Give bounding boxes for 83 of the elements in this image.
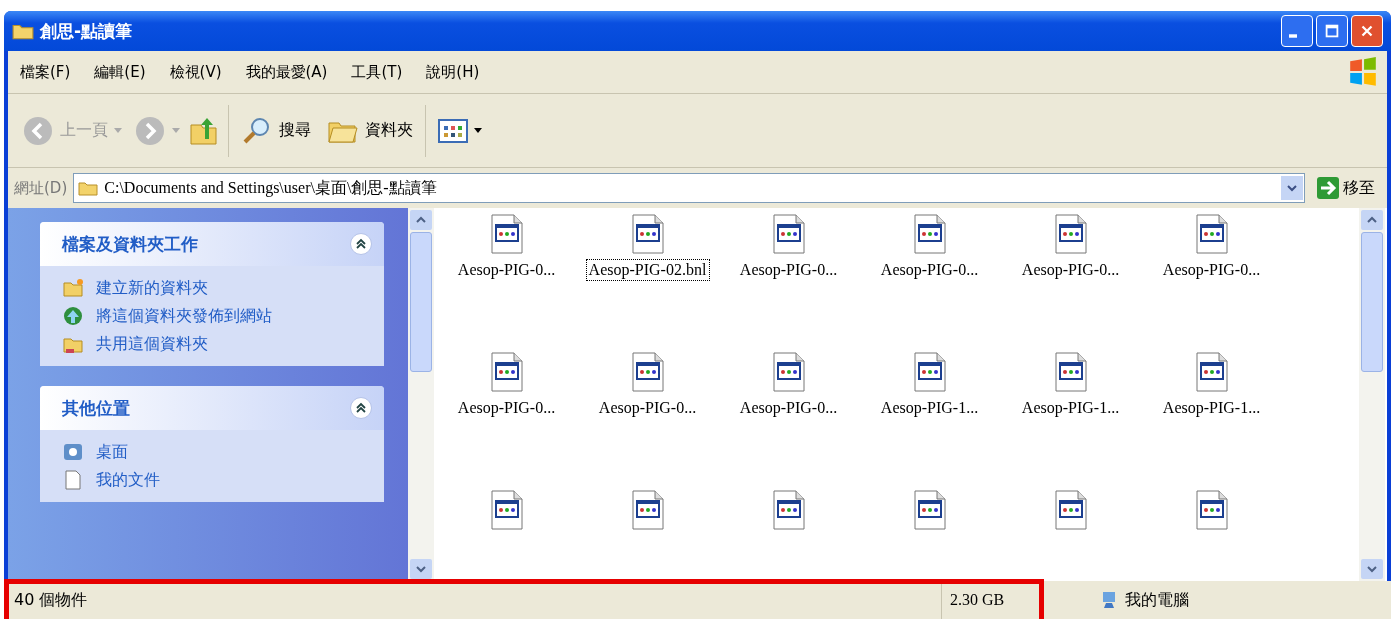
task-label: 建立新的資料夾 bbox=[96, 277, 208, 299]
file-name[interactable]: Aesop-PIG-0... bbox=[737, 260, 840, 280]
desktop-icon bbox=[62, 441, 84, 463]
minimize-button[interactable] bbox=[1281, 15, 1313, 47]
file-name[interactable]: Aesop-PIG-0... bbox=[878, 260, 981, 280]
address-label: 網址(D) bbox=[14, 178, 68, 198]
item-count: 40 個物件 bbox=[13, 589, 89, 611]
file-name[interactable]: Aesop-PIG-1... bbox=[1160, 398, 1263, 418]
panel-title: 其他位置 bbox=[62, 396, 130, 420]
menu-item[interactable]: 說明(H) bbox=[426, 62, 480, 82]
windows-logo-icon bbox=[1347, 56, 1379, 88]
file-icon[interactable] bbox=[1053, 352, 1088, 392]
file-icon[interactable] bbox=[1194, 214, 1229, 254]
file-icon[interactable] bbox=[489, 352, 524, 392]
collapse-button[interactable] bbox=[350, 233, 372, 255]
address-field[interactable]: C:\Documents and Settings\user\桌面\創思-點讀筆 bbox=[73, 173, 1305, 203]
minimize-icon bbox=[1289, 34, 1297, 38]
file-icon[interactable] bbox=[912, 214, 947, 254]
file-icon[interactable] bbox=[912, 490, 947, 530]
file-icon[interactable] bbox=[771, 214, 806, 254]
maximize-icon bbox=[1323, 22, 1341, 40]
go-button[interactable]: 移至 bbox=[1311, 176, 1381, 200]
file-name[interactable]: Aesop-PIG-1... bbox=[1019, 398, 1122, 418]
computer-icon bbox=[1101, 591, 1117, 609]
task-label: 共用這個資料夾 bbox=[96, 333, 208, 355]
folders-button[interactable]: 資料夾 bbox=[323, 114, 417, 147]
file-icon[interactable] bbox=[1194, 490, 1229, 530]
task-label: 我的文件 bbox=[96, 469, 160, 491]
task-label: 桌面 bbox=[96, 441, 128, 463]
folder-icon bbox=[78, 180, 99, 196]
scroll-up-icon[interactable] bbox=[410, 210, 432, 230]
menu-item[interactable]: 編輯(E) bbox=[94, 62, 146, 82]
file-icon[interactable] bbox=[1053, 214, 1088, 254]
grid-view-icon bbox=[438, 118, 468, 143]
arrow-right-icon bbox=[1317, 177, 1339, 199]
chevron-down-icon bbox=[1286, 183, 1298, 193]
menu-item[interactable]: 檔案(F) bbox=[20, 62, 71, 82]
file-icon[interactable] bbox=[1053, 490, 1088, 530]
address-text: C:\Documents and Settings\user\桌面\創思-點讀筆 bbox=[104, 177, 437, 199]
globe-icon bbox=[62, 305, 84, 327]
file-name[interactable]: Aesop-PIG-0... bbox=[1160, 260, 1263, 280]
folder-icon bbox=[12, 22, 34, 40]
file-name[interactable]: Aesop-PIG-0... bbox=[455, 260, 558, 280]
documents-icon bbox=[62, 469, 84, 491]
file-icon[interactable] bbox=[630, 214, 665, 254]
caret-icon bbox=[474, 128, 482, 133]
file-name[interactable]: Aesop-PIG-0... bbox=[737, 398, 840, 418]
file-icon[interactable] bbox=[771, 490, 806, 530]
window-title: 創思-點讀筆 bbox=[40, 19, 133, 43]
file-icon[interactable] bbox=[489, 214, 524, 254]
menu-item[interactable]: 工具(T) bbox=[351, 62, 403, 82]
file-icon[interactable] bbox=[1194, 352, 1229, 392]
task-label: 將這個資料夾發佈到網站 bbox=[96, 305, 272, 327]
double-chevron-icon bbox=[355, 238, 367, 250]
menu-item[interactable]: 我的最愛(A) bbox=[245, 62, 328, 82]
menu-item[interactable]: 檢視(V) bbox=[169, 62, 222, 82]
file-icon[interactable] bbox=[912, 352, 947, 392]
disk-size: 2.30 GB bbox=[941, 581, 1041, 619]
scroll-down-icon[interactable] bbox=[1361, 559, 1383, 579]
collapse-button[interactable] bbox=[350, 397, 372, 419]
scroll-up-icon[interactable] bbox=[1361, 210, 1383, 230]
scrollbar[interactable] bbox=[408, 208, 434, 581]
file-name[interactable]: Aesop-PIG-0... bbox=[596, 398, 699, 418]
search-button[interactable]: 搜尋 bbox=[237, 112, 315, 149]
file-icon[interactable] bbox=[630, 352, 665, 392]
dropdown-button[interactable] bbox=[1281, 176, 1303, 200]
panel-title: 檔案及資料夾工作 bbox=[62, 232, 198, 256]
file-icon[interactable] bbox=[489, 490, 524, 530]
file-icon[interactable] bbox=[771, 352, 806, 392]
location-label: 我的電腦 bbox=[1125, 589, 1189, 611]
scrollbar[interactable] bbox=[1359, 208, 1385, 581]
scroll-thumb[interactable] bbox=[410, 232, 432, 372]
maximize-button[interactable] bbox=[1316, 15, 1348, 47]
file-name[interactable]: Aesop-PIG-0... bbox=[455, 398, 558, 418]
file-name[interactable]: Aesop-PIG-02.bnl bbox=[586, 260, 709, 280]
new-folder-icon bbox=[62, 277, 84, 299]
file-icon[interactable] bbox=[630, 490, 665, 530]
close-button[interactable] bbox=[1351, 15, 1383, 47]
scroll-down-icon[interactable] bbox=[410, 559, 432, 579]
file-name[interactable]: Aesop-PIG-1... bbox=[878, 398, 981, 418]
scroll-thumb[interactable] bbox=[1361, 232, 1383, 372]
file-name[interactable]: Aesop-PIG-0... bbox=[1019, 260, 1122, 280]
double-chevron-icon bbox=[355, 402, 367, 414]
